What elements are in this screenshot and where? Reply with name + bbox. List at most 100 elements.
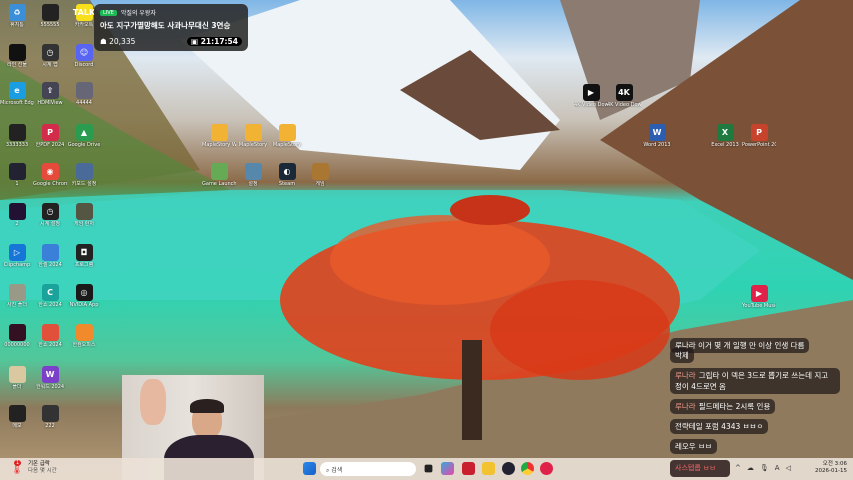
- desktop-icon[interactable]: 00000000: [0, 324, 34, 348]
- desktop-icon-label: HDMIView: [37, 100, 63, 106]
- desktop-icon[interactable]: Game Launcher: [202, 163, 236, 187]
- app-icon: [8, 163, 26, 180]
- desktop-icon[interactable]: 폴더: [0, 366, 34, 390]
- ime-icon: A: [774, 464, 786, 472]
- desktop-icon[interactable]: ◘ 프로그램: [67, 244, 101, 268]
- start-button[interactable]: [303, 462, 316, 475]
- youtube-music-icon[interactable]: [540, 462, 553, 475]
- app-icon: ▲: [75, 124, 93, 141]
- app-icon: ▷: [8, 244, 26, 261]
- weather-subtitle: 다음 몇 시간: [27, 468, 57, 474]
- desktop-icon-label: MapleStory: [238, 142, 268, 148]
- desktop-icon[interactable]: PPowerPoint 2013: [742, 124, 776, 148]
- app-icon: [8, 203, 26, 220]
- desktop-icon[interactable]: 한쇼 2024: [33, 324, 67, 348]
- stream-title: 아도 지구가멸망해도 사과나무대신 3연승: [100, 21, 231, 30]
- desktop-icon-label: Word 2013: [643, 142, 671, 148]
- app-icon: W: [41, 366, 59, 383]
- volume-icon: ◁: [785, 464, 797, 472]
- live-notification[interactable]: LIVE 악질의 우왕자 아도 지구가멸망해도 사과나무대신 3연승 ☗ 20,3…: [94, 4, 248, 51]
- desktop-icon[interactable]: 키보드 설정: [67, 163, 101, 187]
- desktop-icon-label: Google Drive: [67, 142, 101, 148]
- desktop-icon[interactable]: ⇧ HDMIView: [33, 82, 67, 106]
- desktop-icon[interactable]: ▲ Google Drive: [67, 124, 101, 148]
- desktop-icon[interactable]: ◐ Steam: [270, 163, 304, 187]
- desktop-icon[interactable]: P 한PDF 2024: [33, 124, 67, 148]
- desktop-icon[interactable]: MapleStory Worlds: [202, 124, 236, 148]
- file-explorer-icon[interactable]: [482, 462, 495, 475]
- clock-icon: ▣: [190, 37, 199, 46]
- desktop-icon[interactable]: 4K4K Video Downloader Plus: [607, 84, 641, 108]
- app-icon: [75, 163, 93, 180]
- desktop-icon[interactable]: MapleStory: [270, 124, 304, 148]
- desktop-icon[interactable]: MapleStory: [236, 124, 270, 148]
- weather-badge: 1: [14, 459, 22, 466]
- weather-title: 기온 급락: [27, 461, 50, 467]
- app-icon: ◐: [278, 163, 296, 180]
- stream-time: 21:17:54: [200, 37, 238, 46]
- app-icon: ◎: [75, 284, 93, 301]
- desktop-icon[interactable]: 게임 런처: [67, 203, 101, 227]
- chat-text: 박제: [675, 351, 689, 360]
- desktop-icon[interactable]: ◷ 시계 설정: [33, 203, 67, 227]
- desktop-icon[interactable]: 한셀 2024: [33, 244, 67, 268]
- network-icon: ☁: [746, 464, 760, 472]
- app-icon: X: [716, 124, 734, 141]
- desktop-icon[interactable]: ▷ Clipchamp: [0, 244, 34, 268]
- app-icon: ◉: [41, 163, 59, 180]
- copilot-icon[interactable]: [441, 462, 454, 475]
- desktop-icon[interactable]: 메모: [0, 405, 34, 429]
- desktop-icon-label: 4K Video Downloader Plus: [607, 102, 641, 108]
- desktop-icon[interactable]: ◉Google Chrome: [33, 163, 67, 187]
- desktop-icon[interactable]: 3333333: [0, 124, 34, 148]
- desktop-icon[interactable]: X Excel 2013: [708, 124, 742, 148]
- desktop-icon[interactable]: W 한워드 2024: [33, 366, 67, 390]
- clock-time: 오전 3:06: [822, 461, 847, 467]
- desktop-icon[interactable]: 사진 폴더: [0, 284, 34, 308]
- search-box[interactable]: ⌕ 검색: [320, 462, 416, 476]
- desktop-icon[interactable]: 라인 선물: [0, 44, 34, 68]
- desktop-icon[interactable]: 1: [0, 163, 34, 187]
- desktop-icon[interactable]: e Microsoft Edge: [0, 82, 34, 106]
- app-icon: [8, 366, 26, 383]
- desktop-icon[interactable]: ▶ YouTube Music: [742, 285, 776, 309]
- task-view-button[interactable]: [424, 464, 433, 473]
- desktop-icon-label: 프로그램: [74, 262, 94, 268]
- viewer-count: 20,335: [109, 37, 136, 46]
- desktop-icon-label: 시계 앱: [42, 62, 58, 68]
- desktop-icon-label: Microsoft Edge: [0, 100, 34, 106]
- desktop-icon-label: 한셀 2024: [38, 262, 62, 268]
- desktop-icon[interactable]: ♻ 휴지통: [0, 4, 34, 28]
- live-badge: LIVE: [100, 9, 117, 16]
- app-icon: ☺: [75, 44, 93, 61]
- desktop-icon-label: 2: [15, 221, 19, 227]
- desktop-icon[interactable]: 게임: [303, 163, 337, 187]
- desktop-icon[interactable]: 설정: [236, 163, 270, 187]
- app-icon: [75, 324, 93, 341]
- desktop-icon[interactable]: ◷ 시계 앱: [33, 44, 67, 68]
- weather-widget[interactable]: 🌡 1 기온 급락 다음 몇 시간: [10, 459, 57, 475]
- desktop-icon[interactable]: 2: [0, 203, 34, 227]
- desktop-icon[interactable]: 한컴오피스: [67, 324, 101, 348]
- obs-icon[interactable]: [502, 462, 515, 475]
- desktop-icon[interactable]: ◎ NVIDIA App: [67, 284, 101, 308]
- desktop-icon[interactable]: 222: [33, 405, 67, 429]
- chat-message: 레오우 ㅂㅂ: [670, 439, 717, 454]
- app-icon: [41, 405, 59, 422]
- desktop-icon[interactable]: ▶4K Video Downloader: [574, 84, 608, 108]
- app-icon: ▶: [750, 285, 768, 302]
- app-icon: [210, 163, 228, 180]
- desktop-icon[interactable]: C 한쇼 2024: [33, 284, 67, 308]
- clock[interactable]: 오전 3:06 2026-01-15: [815, 461, 847, 475]
- app-icon[interactable]: [462, 462, 475, 475]
- desktop-icon[interactable]: 555555: [33, 4, 67, 28]
- app-icon: ♻: [8, 4, 26, 21]
- desktop-icon-label: MapleStory: [272, 142, 302, 148]
- desktop-icon[interactable]: W Word 2013: [640, 124, 674, 148]
- desktop-icon-label: MapleStory Worlds: [202, 142, 236, 148]
- app-icon: C: [41, 284, 59, 301]
- desktop-icon[interactable]: 44444: [67, 82, 101, 106]
- chrome-icon[interactable]: [521, 462, 534, 475]
- desktop-icon-label: 키보드 설정: [71, 181, 97, 187]
- system-tray[interactable]: ^☁🎙A◁: [735, 464, 797, 472]
